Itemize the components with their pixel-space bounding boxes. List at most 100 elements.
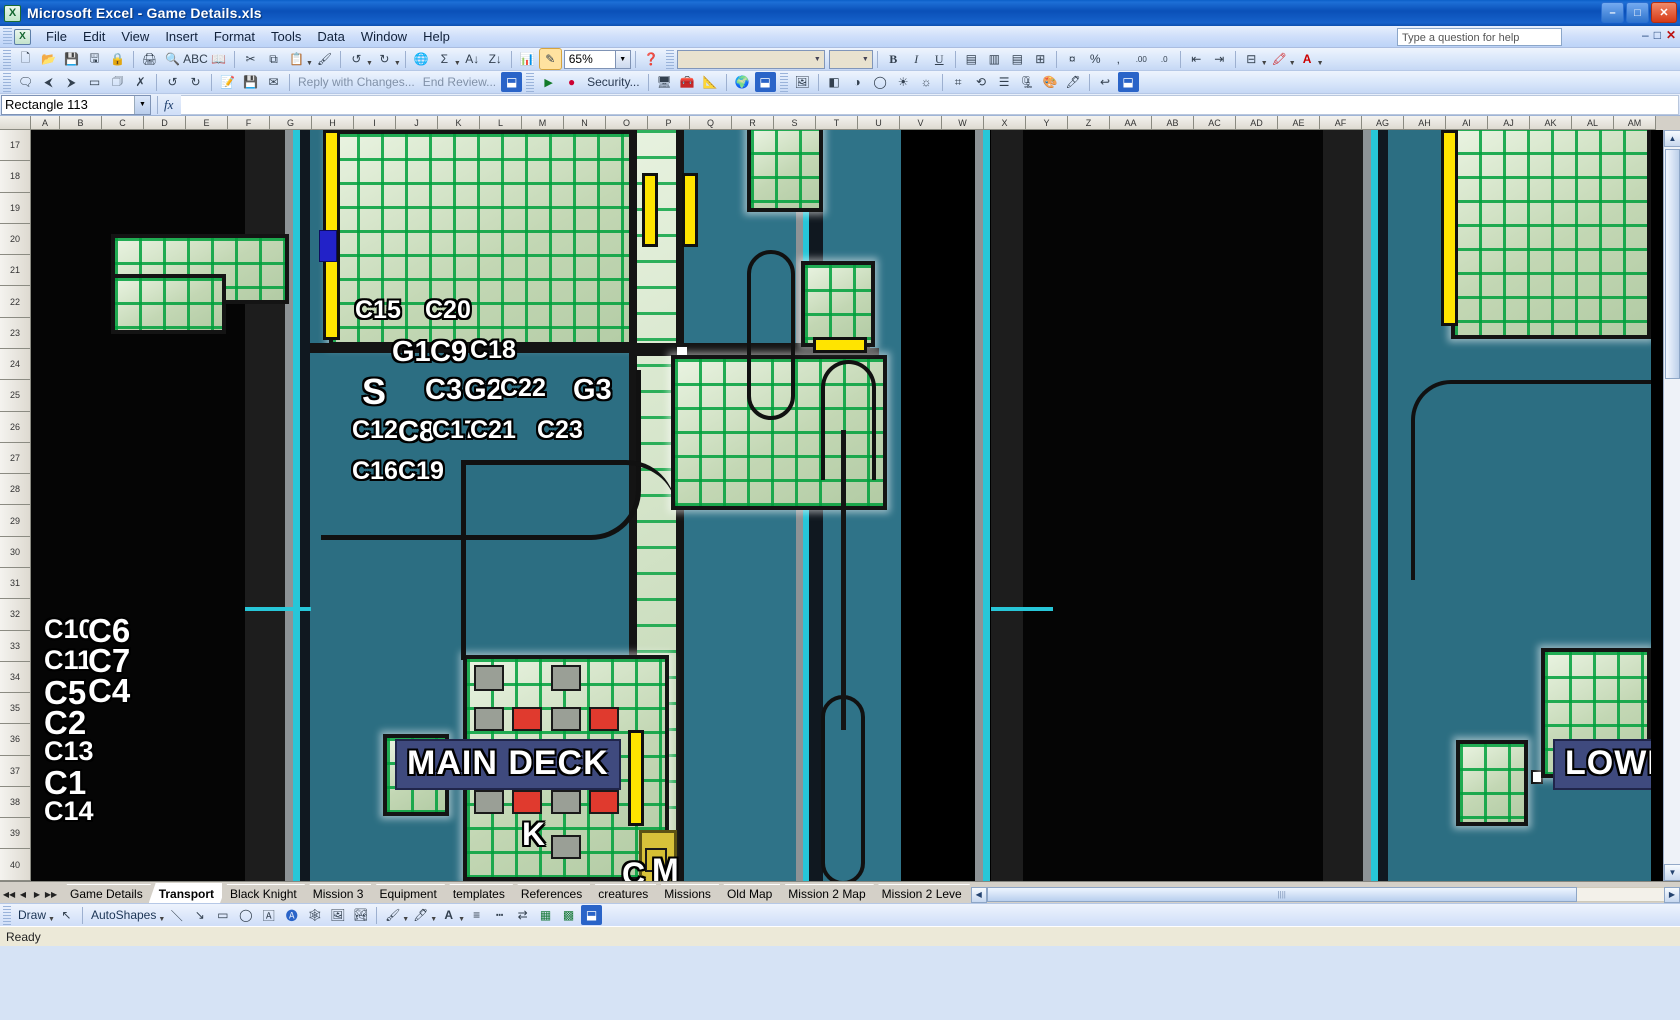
row-header-18[interactable]: 18 xyxy=(0,161,31,192)
wordart-icon[interactable]: 🅐 xyxy=(281,905,302,925)
sheet-tab-transport[interactable]: Transport xyxy=(149,883,222,903)
font-size-dropdown-arrow[interactable]: ▼ xyxy=(862,56,872,63)
select-objects-icon[interactable]: ↖ xyxy=(56,905,77,925)
less-brightness-icon[interactable]: ☼ xyxy=(916,72,937,92)
menu-item-insert[interactable]: Insert xyxy=(157,27,206,46)
column-header-r[interactable]: R xyxy=(732,116,774,130)
last-sheet-button[interactable]: ▶▶ xyxy=(44,886,58,902)
row-header-25[interactable]: 25 xyxy=(0,380,31,411)
column-header-s[interactable]: S xyxy=(774,116,816,130)
email-icon[interactable]: 🔒 xyxy=(107,49,128,69)
font-color-icon[interactable]: A xyxy=(438,905,459,925)
row-header-40[interactable]: 40 xyxy=(0,849,31,880)
visual-basic-editor-icon[interactable]: 🖥 xyxy=(654,72,675,92)
autoshapes-dropdown-arrow[interactable]: ▼ xyxy=(158,916,165,926)
column-header-t[interactable]: T xyxy=(816,116,858,130)
chart-wizard-icon[interactable]: 📊 xyxy=(517,49,538,69)
more-brightness-icon[interactable]: ☀ xyxy=(893,72,914,92)
next-comment-icon[interactable]: ⮞ xyxy=(61,72,82,92)
font-color-dropdown-arrow[interactable]: ▼ xyxy=(458,916,465,926)
column-header-x[interactable]: X xyxy=(984,116,1026,130)
sheet-tab-equipment[interactable]: Equipment xyxy=(369,884,444,903)
end-review-button[interactable]: End Review... xyxy=(419,75,500,89)
design-mode-icon[interactable]: 📐 xyxy=(700,72,721,92)
compress-pictures-icon[interactable]: 🗜 xyxy=(1017,72,1038,92)
autosum-dropdown-arrow[interactable]: ▼ xyxy=(454,60,461,70)
font-size-input[interactable]: ▼ xyxy=(829,50,873,69)
undo-icon[interactable]: ↺ xyxy=(346,49,367,69)
column-header-p[interactable]: P xyxy=(648,116,690,130)
print-icon[interactable]: 🖨 xyxy=(139,49,160,69)
toolbar-options-icon[interactable]: ⬓ xyxy=(581,905,602,925)
sheet-tab-missions[interactable]: Missions xyxy=(654,884,719,903)
column-header-o[interactable]: O xyxy=(606,116,648,130)
insert-picture-icon[interactable]: 🖼 xyxy=(792,72,813,92)
column-header-y[interactable]: Y xyxy=(1026,116,1068,130)
row-header-31[interactable]: 31 xyxy=(0,568,31,599)
font-name-dropdown-arrow[interactable]: ▼ xyxy=(814,56,824,63)
cut-icon[interactable]: ✂ xyxy=(240,49,261,69)
sheet-tab-mission-3[interactable]: Mission 3 xyxy=(303,884,372,903)
clip-art-icon[interactable]: 🖼 xyxy=(327,905,348,925)
hide-comment-icon[interactable]: ▭ xyxy=(84,72,105,92)
doc-restore-button[interactable]: □ xyxy=(1654,28,1661,42)
menu-item-file[interactable]: File xyxy=(38,27,75,46)
reply-with-changes-button[interactable]: Reply with Changes... xyxy=(294,75,419,89)
copy-icon[interactable]: ⧉ xyxy=(263,49,284,69)
column-header-u[interactable]: U xyxy=(858,116,900,130)
menu-item-format[interactable]: Format xyxy=(206,27,263,46)
redo-dropdown-arrow[interactable]: ▼ xyxy=(394,60,401,70)
borders-dropdown-arrow[interactable]: ▼ xyxy=(1261,60,1268,70)
row-header-32[interactable]: 32 xyxy=(0,599,31,630)
format-picture-icon[interactable]: 🎨 xyxy=(1040,72,1061,92)
column-header-j[interactable]: J xyxy=(396,116,438,130)
first-sheet-button[interactable]: ◀◀ xyxy=(2,886,16,902)
row-header-35[interactable]: 35 xyxy=(0,693,31,724)
column-header-w[interactable]: W xyxy=(942,116,984,130)
doc-close-button[interactable]: ✕ xyxy=(1666,28,1676,42)
autoshapes-menu-button[interactable]: AutoShapes xyxy=(87,908,160,922)
column-header-b[interactable]: B xyxy=(60,116,102,130)
column-header-c[interactable]: C xyxy=(102,116,144,130)
column-header-al[interactable]: AL xyxy=(1572,116,1614,130)
oval-icon[interactable]: ◯ xyxy=(235,905,256,925)
column-header-af[interactable]: AF xyxy=(1320,116,1362,130)
column-header-ag[interactable]: AG xyxy=(1362,116,1404,130)
menu-item-data[interactable]: Data xyxy=(309,27,352,46)
line-color-dropdown-arrow[interactable]: ▼ xyxy=(430,916,437,926)
formula-input[interactable] xyxy=(181,95,1679,115)
row-header-21[interactable]: 21 xyxy=(0,255,31,286)
menu-item-view[interactable]: View xyxy=(113,27,157,46)
open-icon[interactable]: 📂 xyxy=(38,49,59,69)
horizontal-scroll-trough[interactable] xyxy=(1577,887,1664,902)
column-header-g[interactable]: G xyxy=(270,116,312,130)
next-sheet-button[interactable]: ▶ xyxy=(30,886,44,902)
row-header-27[interactable]: 27 xyxy=(0,443,31,474)
web-icon[interactable]: 🌍 xyxy=(732,72,753,92)
column-header-f[interactable]: F xyxy=(228,116,270,130)
row-header-38[interactable]: 38 xyxy=(0,787,31,818)
font-color-icon[interactable]: A xyxy=(1297,49,1318,69)
crop-icon[interactable]: ⌗ xyxy=(948,72,969,92)
line-color-icon[interactable]: 🖊 xyxy=(410,905,431,925)
increase-decimal-icon[interactable]: .00 xyxy=(1131,49,1152,69)
currency-icon[interactable]: ¤ xyxy=(1062,49,1083,69)
fill-color-icon[interactable]: 🖍 xyxy=(1269,49,1290,69)
digital-signature-icon[interactable]: ⬓ xyxy=(501,72,522,92)
font-color-dropdown-arrow[interactable]: ▼ xyxy=(1317,60,1324,70)
3d-style-icon[interactable]: ▩ xyxy=(558,905,579,925)
sheet-tab-black-knight[interactable]: Black Knight xyxy=(220,884,305,903)
row-header-37[interactable]: 37 xyxy=(0,756,31,787)
redo-icon[interactable]: ↻ xyxy=(374,49,395,69)
fill-color-icon[interactable]: 🖌 xyxy=(382,905,403,925)
sheet-tab-references[interactable]: References xyxy=(511,884,590,903)
format-painter-icon[interactable]: 🖌 xyxy=(314,49,335,69)
row-header-19[interactable]: 19 xyxy=(0,193,31,224)
h-scroll-right-button[interactable]: ▶ xyxy=(1664,887,1680,903)
insert-function-icon[interactable]: fx xyxy=(164,97,173,113)
row-header-28[interactable]: 28 xyxy=(0,474,31,505)
control-toolbox-icon[interactable]: 🧰 xyxy=(677,72,698,92)
menu-item-tools[interactable]: Tools xyxy=(263,27,309,46)
align-right-icon[interactable]: ▤ xyxy=(1007,49,1028,69)
mail-recipient-icon[interactable]: ✉ xyxy=(263,72,284,92)
